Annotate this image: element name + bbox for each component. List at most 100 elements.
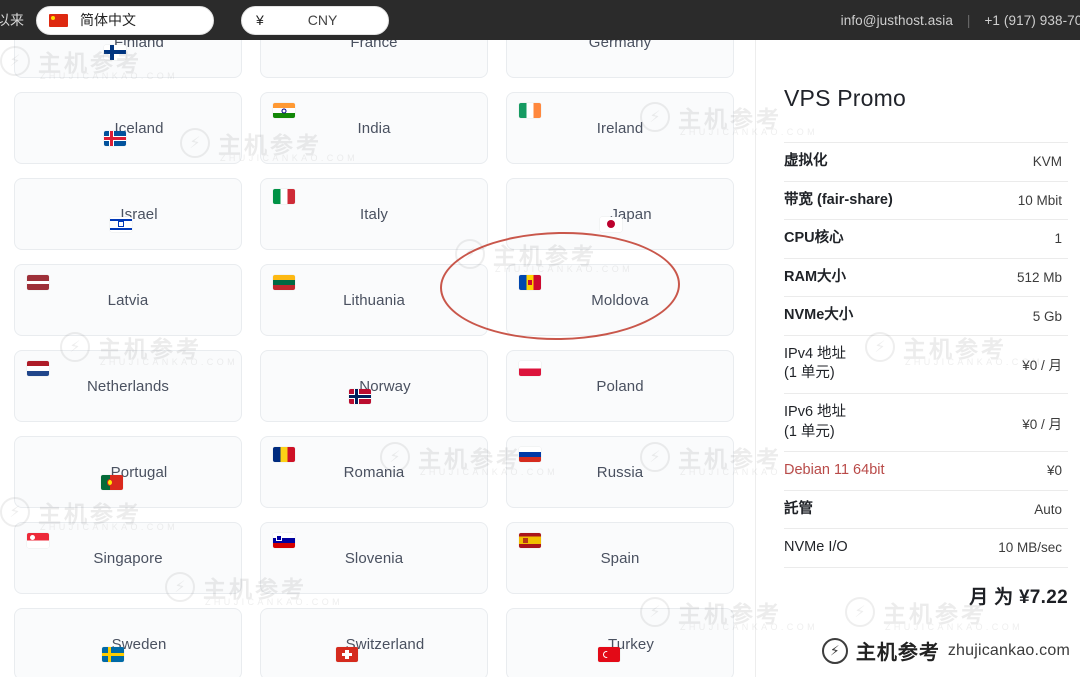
spec-row: 带宽 (fair-share) 10 Mbit — [784, 182, 1068, 221]
header-separator: | — [966, 12, 971, 28]
spec-key: NVMe I/O — [784, 539, 848, 556]
country-name: Italy — [359, 205, 388, 223]
country-name: Singapore — [93, 549, 163, 567]
spec-value: ¥0 — [1046, 463, 1062, 479]
spec-row: RAM大小 512 Mb — [784, 259, 1068, 298]
spec-row: IPv6 地址 (1 单元) ¥0 / 月 — [784, 394, 1068, 453]
contact-email-link[interactable]: info@justhost.asia — [841, 13, 953, 28]
country-card-moldova[interactable]: Moldova — [506, 264, 734, 336]
country-card-iceland[interactable]: Iceland — [14, 92, 242, 164]
header-contact-group: info@justhost.asia | +1 (917) 938-708 — [841, 13, 1080, 28]
spec-key: IPv4 地址 (1 单元) — [784, 345, 847, 382]
spec-value: 10 Mbit — [1017, 192, 1062, 208]
country-card-russia[interactable]: Russia — [506, 436, 734, 508]
country-name: India — [357, 119, 391, 137]
country-card-switzerland[interactable]: Switzerland — [260, 608, 488, 677]
country-card-ireland[interactable]: Ireland — [506, 92, 734, 164]
brand-cn-text: 主机参考 — [855, 642, 940, 664]
language-selector[interactable]: 简体中文 — [36, 5, 214, 35]
language-label: 简体中文 — [80, 12, 136, 28]
flag-il-icon — [110, 216, 133, 232]
country-card-italy[interactable]: Italy — [260, 178, 488, 250]
flag-lt-icon — [273, 275, 295, 290]
top-header-bar: 年以来 简体中文 ¥ CNY info@justhost.asia | +1 (… — [0, 0, 1080, 40]
flag-nl-icon — [27, 361, 49, 376]
country-name: Ireland — [596, 119, 644, 137]
vps-promo-panel: VPS Promo 虚拟化 KVM 带宽 (fair-share) 10 Mbit CP… — [770, 40, 1080, 677]
flag-ch-icon — [335, 646, 358, 662]
spec-key: NVMe大小 — [784, 307, 854, 324]
country-card-singapore[interactable]: Singapore — [14, 522, 242, 594]
country-card-finland[interactable]: Finland — [14, 40, 242, 78]
spec-list: 虚拟化 KVM 带宽 (fair-share) 10 Mbit CPU核心 1 RAM大小 5… — [784, 142, 1068, 568]
spec-value: 512 Mb — [1016, 269, 1062, 285]
country-card-portugal[interactable]: Portugal — [14, 436, 242, 508]
spec-key: IPv6 地址 (1 单元) — [784, 403, 847, 440]
spec-key: 虚拟化 — [784, 153, 828, 169]
country-name: Latvia — [107, 291, 149, 309]
country-name: Moldova — [591, 291, 649, 309]
country-name: Poland — [596, 377, 644, 395]
spec-key: 託管 — [784, 500, 813, 517]
country-name: Netherlands — [87, 377, 169, 395]
country-card-norway[interactable]: Norway — [260, 350, 488, 422]
country-name: France — [350, 40, 398, 51]
currency-label: CNY — [307, 12, 338, 28]
country-card-spain[interactable]: Spain — [506, 522, 734, 594]
currency-symbol: ¥ — [256, 12, 264, 28]
country-card-germany[interactable]: Germany — [506, 40, 734, 78]
flag-sg-icon — [27, 533, 49, 548]
country-card-latvia[interactable]: Latvia — [14, 264, 242, 336]
flag-se-icon — [101, 646, 124, 662]
spec-value: KVM — [1032, 154, 1062, 170]
country-card-sweden[interactable]: Sweden — [14, 608, 242, 677]
flag-es-icon — [519, 533, 541, 548]
flag-jp-icon — [600, 216, 623, 232]
country-card-netherlands[interactable]: Netherlands — [14, 350, 242, 422]
country-card-lithuania[interactable]: Lithuania — [260, 264, 488, 336]
flag-si-icon — [273, 533, 295, 548]
country-card-france[interactable]: France — [260, 40, 488, 78]
flag-tr-icon — [598, 646, 621, 662]
monthly-price: 月 为 ¥7.22 — [969, 586, 1068, 608]
spec-value: ¥0 / 月 — [1022, 358, 1062, 374]
country-name: Germany — [588, 40, 652, 51]
flag-ie-icon — [519, 103, 541, 118]
spec-value: Auto — [1034, 501, 1062, 517]
spec-key: RAM大小 — [784, 268, 847, 285]
flag-ru-icon — [519, 447, 541, 462]
spec-key: CPU核心 — [784, 230, 844, 247]
country-card-poland[interactable]: Poland — [506, 350, 734, 422]
country-card-turkey[interactable]: Turkey — [506, 608, 734, 677]
flag-is-icon — [104, 130, 127, 146]
country-card-israel[interactable]: Israel — [14, 178, 242, 250]
country-name: Romania — [343, 463, 405, 481]
country-card-romania[interactable]: Romania — [260, 436, 488, 508]
spec-row: NVMe I/O 10 MB/sec — [784, 529, 1068, 568]
brand-logo-icon — [821, 637, 848, 664]
spec-value: ¥0 / 月 — [1022, 416, 1062, 432]
brand-en-text: zhujicankao.com — [947, 641, 1070, 659]
column-divider — [755, 40, 756, 677]
country-card-india[interactable]: India — [260, 92, 488, 164]
spec-row: Debian 11 64bit ¥0 — [784, 452, 1068, 491]
country-card-slovenia[interactable]: Slovenia — [260, 522, 488, 594]
country-grid: Finland France Germany Iceland India Ireland I… — [14, 40, 734, 677]
flag-fi-icon — [104, 44, 127, 60]
contact-phone-link[interactable]: +1 (917) 938-708 — [984, 13, 1080, 28]
country-card-japan[interactable]: Japan — [506, 178, 734, 250]
header-left-text: 年以来 — [0, 12, 24, 28]
spec-key: 带宽 (fair-share) — [784, 191, 893, 208]
flag-ro-icon — [273, 447, 295, 462]
flag-it-icon — [273, 189, 295, 204]
country-grid-region: Finland France Germany Iceland India Ireland I… — [0, 40, 748, 677]
spec-value: 1 — [1054, 231, 1062, 247]
price-row: 月 为 ¥7.22 — [784, 568, 1068, 609]
panel-title: VPS Promo — [784, 85, 906, 111]
country-name: Lithuania — [343, 291, 405, 309]
currency-selector[interactable]: ¥ CNY — [241, 5, 389, 35]
flag-pl-icon — [519, 361, 541, 376]
flag-pt-icon — [100, 474, 123, 490]
flag-lv-icon — [27, 275, 49, 290]
spec-os-label[interactable]: Debian 11 64bit — [784, 461, 885, 481]
